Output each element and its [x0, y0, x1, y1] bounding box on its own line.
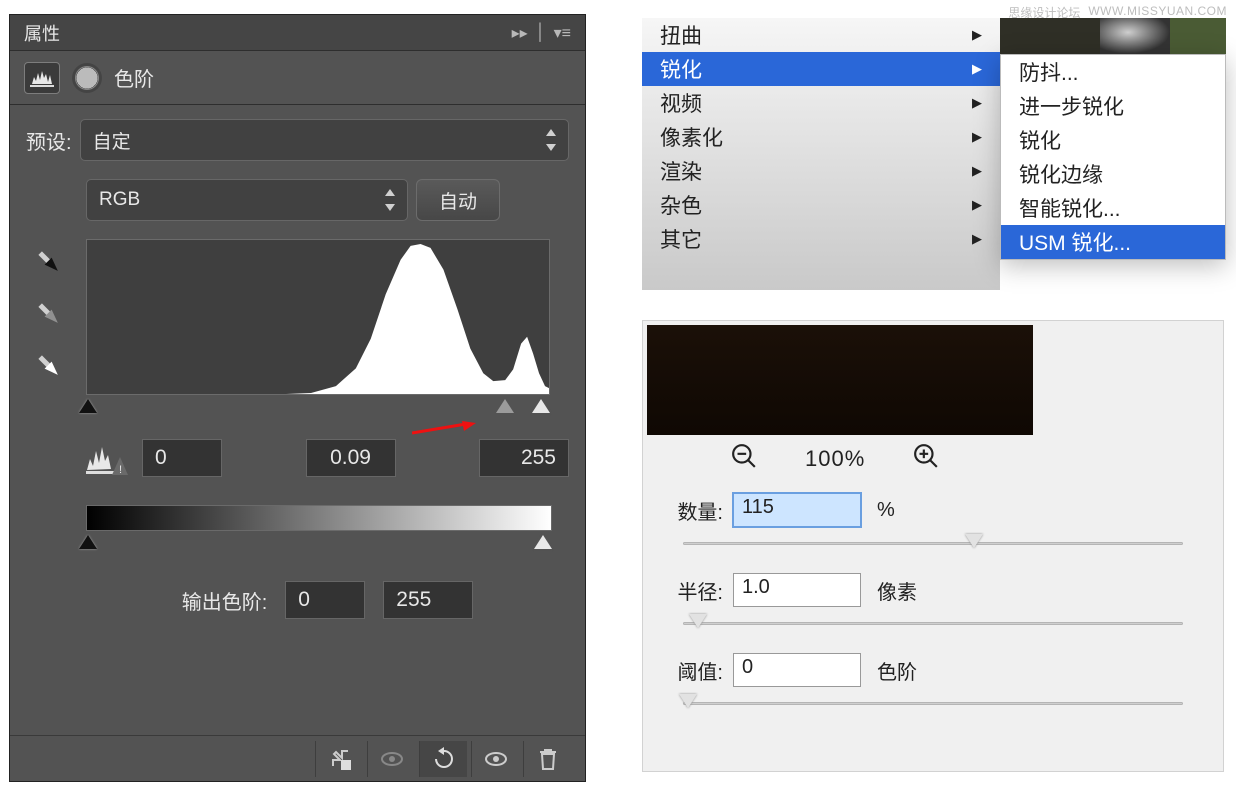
- histogram-area: ! 0 0.09 255 输出色阶: 0 255: [86, 239, 569, 619]
- preset-label: 预设:: [26, 126, 72, 155]
- panel-footer: [10, 735, 585, 781]
- chevron-right-icon: ▶: [972, 231, 982, 247]
- amount-input[interactable]: 115: [733, 493, 861, 527]
- divider-icon: │: [536, 24, 546, 42]
- levels-properties-panel: 属性 ▸▸ │ ▾≡ 色阶 预设: 自定 RGB: [9, 14, 586, 782]
- menu-item-sharpen[interactable]: 锐化▶: [642, 52, 1000, 86]
- menu-item-render[interactable]: 渲染▶: [642, 154, 1000, 188]
- threshold-slider-thumb[interactable]: [679, 694, 697, 708]
- threshold-label: 阈值:: [663, 656, 723, 685]
- chevron-right-icon: ▶: [972, 27, 982, 43]
- menu-item-noise[interactable]: 杂色▶: [642, 188, 1000, 222]
- gamma-handle[interactable]: [496, 399, 514, 413]
- chevron-updown-icon: [546, 129, 558, 151]
- panel-title: 属性: [24, 20, 60, 46]
- chevron-right-icon: ▶: [972, 163, 982, 179]
- amount-label: 数量:: [663, 496, 723, 525]
- thumbnail-3: [1170, 18, 1226, 54]
- threshold-slider[interactable]: [663, 697, 1203, 711]
- threshold-input[interactable]: 0: [733, 653, 861, 687]
- radius-unit: 像素: [877, 576, 917, 605]
- amount-unit: %: [877, 499, 895, 522]
- histogram-plot: [87, 240, 549, 394]
- radius-slider-thumb[interactable]: [689, 614, 707, 628]
- white-point-handle[interactable]: [532, 399, 550, 413]
- submenu-sharpen-edges[interactable]: 锐化边缘: [1001, 157, 1225, 191]
- submenu-usm-sharpen[interactable]: USM 锐化...: [1001, 225, 1225, 259]
- adjustment-levels-icon[interactable]: [24, 62, 60, 94]
- panel-header: 属性 ▸▸ │ ▾≡: [10, 15, 585, 51]
- clip-to-layer-icon[interactable]: [315, 741, 363, 777]
- mask-icon[interactable]: [72, 63, 102, 93]
- chevron-updown-icon: [385, 189, 397, 211]
- submenu-sharpen-more[interactable]: 进一步锐化: [1001, 89, 1225, 123]
- zoom-in-icon[interactable]: [913, 443, 939, 475]
- chevron-right-icon: ▶: [972, 129, 982, 145]
- reset-icon[interactable]: [419, 741, 467, 777]
- panel-menu-icon[interactable]: ▾≡: [554, 23, 571, 43]
- preset-value: 自定: [93, 127, 131, 154]
- menu-item-video[interactable]: 视频▶: [642, 86, 1000, 120]
- menu-item-pixelate[interactable]: 像素化▶: [642, 120, 1000, 154]
- view-previous-icon[interactable]: [367, 741, 415, 777]
- threshold-unit: 色阶: [877, 656, 917, 685]
- radius-input[interactable]: 1.0: [733, 573, 861, 607]
- output-white-field[interactable]: 255: [383, 581, 473, 619]
- auto-label: 自动: [439, 187, 477, 214]
- sharpen-submenu[interactable]: 防抖... 进一步锐化 锐化 锐化边缘 智能锐化... USM 锐化...: [1000, 54, 1226, 260]
- thumbnail-1: [1000, 18, 1100, 54]
- submenu-shake-reduction[interactable]: 防抖...: [1001, 55, 1225, 89]
- usm-sharpen-dialog: 100% 数量: 115 % 半径: 1.0 像素 阈值: 0 色阶: [642, 320, 1224, 772]
- output-slider-track[interactable]: [86, 535, 552, 551]
- adjustment-type-row: 色阶: [10, 51, 585, 105]
- preset-select[interactable]: 自定: [80, 119, 569, 161]
- collapse-icon[interactable]: ▸▸: [512, 23, 528, 43]
- trash-icon[interactable]: [523, 741, 571, 777]
- levels-warning-icon: !: [86, 441, 128, 475]
- auto-button[interactable]: 自动: [416, 179, 500, 221]
- visibility-icon[interactable]: [471, 741, 519, 777]
- thumbnail-2: [1100, 18, 1170, 54]
- eyedropper-black-icon[interactable]: [26, 239, 72, 285]
- chevron-right-icon: ▶: [972, 197, 982, 213]
- zoom-out-icon[interactable]: [731, 443, 757, 475]
- output-gradient-bar[interactable]: [86, 505, 552, 531]
- input-white-field[interactable]: 255: [479, 439, 569, 477]
- submenu-sharpen[interactable]: 锐化: [1001, 123, 1225, 157]
- eyedropper-white-icon[interactable]: [26, 343, 72, 389]
- histogram-canvas[interactable]: [86, 239, 550, 395]
- black-point-handle[interactable]: [79, 399, 97, 413]
- input-gamma-field[interactable]: 0.09: [306, 439, 396, 477]
- submenu-smart-sharpen[interactable]: 智能锐化...: [1001, 191, 1225, 225]
- filter-category-menu[interactable]: 扭曲▶ 锐化▶ 视频▶ 像素化▶ 渲染▶ 杂色▶ 其它▶: [642, 18, 1000, 290]
- amount-slider[interactable]: [663, 537, 1203, 551]
- amount-slider-thumb[interactable]: [965, 534, 983, 548]
- input-slider-track[interactable]: [86, 399, 550, 415]
- red-annotation-arrow: [412, 421, 476, 437]
- output-label: 输出色阶:: [182, 586, 268, 615]
- eyedropper-gray-icon[interactable]: [26, 291, 72, 337]
- radius-slider[interactable]: [663, 617, 1203, 631]
- filter-menu-panel: 思缘设计论坛WWW.MISSYUAN.COM 扭曲▶ 锐化▶ 视频▶ 像素化▶ …: [642, 18, 1227, 292]
- zoom-controls: 100%: [643, 439, 1223, 475]
- channel-select[interactable]: RGB: [86, 179, 408, 221]
- channel-value: RGB: [99, 189, 140, 211]
- preview-thumbnail-strip: [1000, 18, 1226, 54]
- svg-text:!: !: [119, 464, 122, 475]
- output-black-handle[interactable]: [79, 535, 97, 549]
- menu-item-distort[interactable]: 扭曲▶: [642, 18, 1000, 52]
- input-black-field[interactable]: 0: [142, 439, 222, 477]
- menu-item-other[interactable]: 其它▶: [642, 222, 1000, 256]
- output-white-handle[interactable]: [534, 535, 552, 549]
- zoom-value: 100%: [805, 446, 865, 472]
- adjustment-name: 色阶: [114, 63, 154, 92]
- usm-preview-image[interactable]: [647, 325, 1033, 435]
- output-black-field[interactable]: 0: [285, 581, 365, 619]
- chevron-right-icon: ▶: [972, 95, 982, 111]
- chevron-right-icon: ▶: [972, 61, 982, 77]
- radius-label: 半径:: [663, 576, 723, 605]
